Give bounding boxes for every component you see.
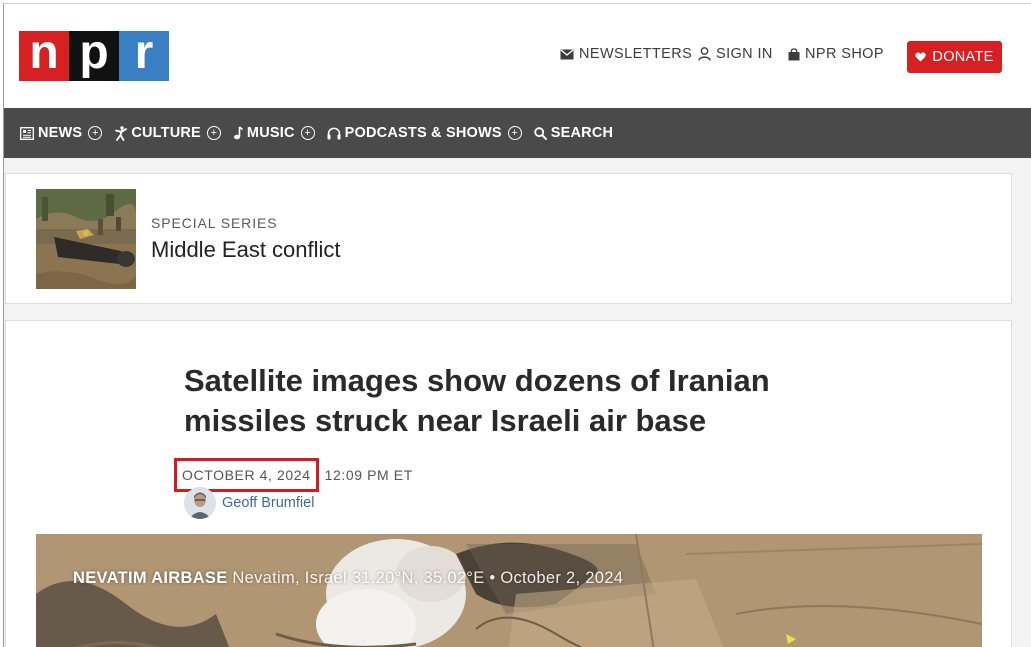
article-card: Satellite images show dozens of Iranian … — [5, 320, 1012, 647]
music-note-icon — [233, 126, 243, 140]
main-nav: NEWS + CULTURE + MUSIC + PODCASTS & SHOW… — [4, 108, 1031, 158]
npr-shop-link[interactable]: NPR SHOP — [788, 46, 884, 62]
dancer-icon — [115, 125, 128, 141]
expand-plus-icon[interactable]: + — [507, 126, 522, 140]
nav-item-search[interactable]: SEARCH — [534, 125, 613, 141]
logo-letter-p: p — [69, 29, 119, 81]
series-kicker: SPECIAL SERIES — [151, 215, 278, 231]
nav-podcasts-label: PODCASTS & SHOWS — [344, 125, 502, 141]
user-icon — [698, 47, 711, 61]
article-headline: Satellite images show dozens of Iranian … — [184, 363, 770, 438]
donate-button[interactable]: DONATE — [907, 41, 1002, 73]
author-avatar[interactable] — [184, 487, 216, 519]
newsletters-label: NEWSLETTERS — [579, 46, 693, 62]
nav-item-music[interactable]: MUSIC + — [233, 125, 315, 141]
search-icon — [534, 126, 547, 140]
envelope-icon — [560, 49, 574, 59]
hero-caption-details: Nevatim, Israel 31.20°N, 35.02°E • Octob… — [232, 569, 624, 587]
sign-in-label: SIGN IN — [716, 46, 773, 62]
nav-item-podcasts-shows[interactable]: PODCASTS & SHOWS + — [327, 125, 522, 141]
browser-viewport: n p r NEWSLETTERS SIGN IN NPR SHOP DONAT… — [3, 3, 1031, 647]
nav-item-culture[interactable]: CULTURE + — [114, 125, 221, 141]
newsletters-link[interactable]: NEWSLETTERS — [560, 46, 692, 62]
logo-letter-n: n — [19, 29, 69, 81]
nav-culture-label: CULTURE — [131, 125, 201, 141]
hero-caption-location: NEVATIM AIRBASE — [73, 569, 228, 587]
expand-plus-icon[interactable]: + — [300, 126, 315, 140]
hero-image-caption: NEVATIM AIRBASE Nevatim, Israel 31.20°N,… — [73, 569, 623, 588]
author-name-link[interactable]: Geoff Brumfiel — [222, 495, 314, 511]
nav-item-news[interactable]: NEWS + — [20, 125, 103, 141]
expand-plus-icon[interactable]: + — [206, 126, 221, 140]
article-byline: Geoff Brumfiel — [184, 487, 314, 519]
npr-logo[interactable]: n p r — [19, 29, 169, 81]
sign-in-link[interactable]: SIGN IN — [698, 46, 773, 62]
series-title-link[interactable]: Middle East conflict — [151, 237, 341, 263]
heart-icon — [915, 52, 927, 62]
donate-label: DONATE — [932, 49, 994, 65]
newspaper-icon — [20, 126, 34, 140]
nav-music-label: MUSIC — [246, 125, 295, 141]
site-header: n p r NEWSLETTERS SIGN IN NPR SHOP DONAT… — [4, 4, 1031, 108]
logo-letter-r: r — [119, 29, 169, 81]
article-time: 12:09 PM ET — [324, 467, 413, 483]
npr-shop-label: NPR SHOP — [805, 46, 884, 62]
headphones-icon — [327, 127, 341, 139]
shopping-bag-icon — [788, 47, 800, 60]
nav-search-label: SEARCH — [550, 125, 614, 141]
article-hero-satellite-image[interactable]: NEVATIM AIRBASE Nevatim, Israel 31.20°N,… — [36, 534, 982, 647]
series-thumbnail-image[interactable] — [36, 189, 136, 289]
nav-news-label: NEWS — [38, 125, 83, 141]
special-series-card[interactable]: SPECIAL SERIES Middle East conflict — [5, 173, 1012, 304]
expand-plus-icon[interactable]: + — [88, 126, 103, 140]
